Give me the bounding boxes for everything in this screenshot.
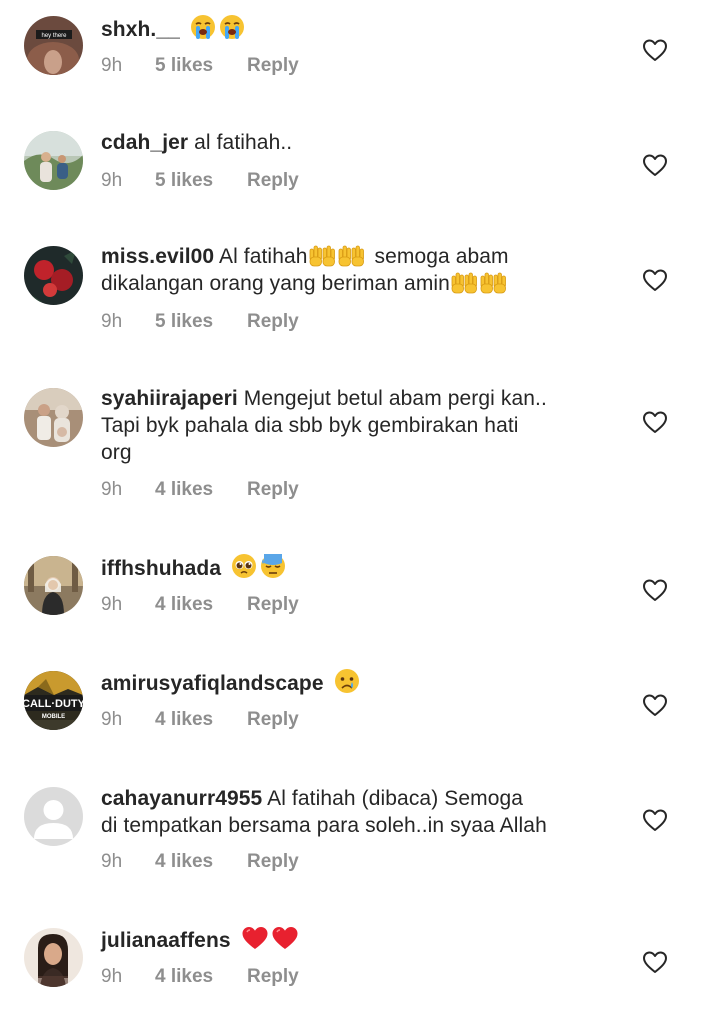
likes-count[interactable]: 4 likes bbox=[155, 479, 247, 501]
avatar-caption: hey there bbox=[41, 33, 67, 39]
comments-list: hey there shxh.__ 9h 5 likes Reply cdah_… bbox=[0, 0, 708, 1024]
heart-outline-icon bbox=[643, 411, 667, 433]
comment-text: amirusyafiqlandscape bbox=[101, 668, 621, 697]
comment-time: 9h bbox=[101, 851, 123, 872]
likes-count[interactable]: 5 likes bbox=[155, 170, 247, 192]
avatar-caption: MOBILE bbox=[42, 714, 65, 720]
avatar[interactable]: CALL·DUTY MOBILE bbox=[24, 671, 83, 730]
username[interactable]: shxh.__ bbox=[101, 18, 180, 41]
heart-outline-icon bbox=[643, 809, 667, 831]
likes-count[interactable]: 5 likes bbox=[155, 311, 247, 333]
comment-body: al fatihah.. bbox=[194, 131, 293, 154]
username[interactable]: cdah_jer bbox=[101, 131, 188, 154]
like-button[interactable] bbox=[642, 268, 668, 292]
avatar[interactable] bbox=[24, 787, 83, 846]
like-button[interactable] bbox=[642, 950, 668, 974]
avatar-caption: CALL·DUTY bbox=[24, 698, 83, 710]
like-button[interactable] bbox=[642, 153, 668, 177]
avatar[interactable] bbox=[24, 556, 83, 615]
comment-text: cdah_jer al fatihah.. bbox=[101, 129, 621, 156]
crying-face-icon bbox=[334, 668, 360, 694]
heart-outline-icon bbox=[643, 269, 667, 291]
raised-hands-icon bbox=[479, 270, 507, 294]
like-button[interactable] bbox=[642, 693, 668, 717]
heart-outline-icon bbox=[643, 579, 667, 601]
avatar[interactable] bbox=[24, 388, 83, 447]
comment-time: 9h bbox=[101, 709, 123, 730]
avatar[interactable] bbox=[24, 246, 83, 305]
comment-text: iffhshuhada bbox=[101, 553, 621, 582]
comment-time: 9h bbox=[101, 170, 123, 191]
likes-count[interactable]: 4 likes bbox=[155, 594, 247, 616]
red-heart-icon bbox=[271, 925, 299, 951]
comment-meta: 9h 5 likes Reply bbox=[101, 170, 299, 192]
comment-text: cahayanurr4955 Al fatihah (dibaca) Semog… bbox=[101, 785, 621, 839]
like-button[interactable] bbox=[642, 38, 668, 62]
comment-text: shxh.__ bbox=[101, 14, 621, 43]
comment-time: 9h bbox=[101, 311, 123, 332]
reply-button[interactable]: Reply bbox=[247, 479, 299, 501]
comment-meta: 9h 4 likes Reply bbox=[101, 479, 299, 501]
reply-button[interactable]: Reply bbox=[247, 170, 299, 192]
likes-count[interactable]: 4 likes bbox=[155, 966, 247, 988]
username[interactable]: iffhshuhada bbox=[101, 557, 221, 580]
comment-body-line1: Al fatihah bbox=[218, 245, 308, 268]
raised-hands-icon bbox=[450, 270, 478, 294]
reply-button[interactable]: Reply bbox=[247, 966, 299, 988]
comment-text: syahiirajaperi Mengejut betul abam pergi… bbox=[101, 385, 621, 466]
comment-meta: 9h 4 likes Reply bbox=[101, 966, 299, 988]
like-button[interactable] bbox=[642, 578, 668, 602]
avatar[interactable] bbox=[24, 131, 83, 190]
comment-time: 9h bbox=[101, 479, 123, 500]
like-button[interactable] bbox=[642, 410, 668, 434]
pleading-face-icon bbox=[231, 553, 257, 579]
comment-text: julianaaffens bbox=[101, 925, 621, 954]
raised-hands-icon bbox=[337, 243, 365, 267]
username[interactable]: cahayanurr4955 bbox=[101, 787, 262, 810]
comment-body-line2: di tempatkan bersama para soleh..in syaa… bbox=[101, 814, 547, 837]
comment-text: miss.evil00 Al fatihah semoga abam dikal… bbox=[101, 243, 621, 297]
username[interactable]: julianaaffens bbox=[101, 929, 231, 952]
comment-body-line2: Tapi byk pahala dia sbb byk gembirakan h… bbox=[101, 414, 519, 437]
heart-outline-icon bbox=[643, 39, 667, 61]
downcast-face-with-sweat-icon bbox=[260, 553, 286, 579]
comment-body-line1: Mengejut betul abam pergi kan.. bbox=[243, 387, 547, 410]
reply-button[interactable]: Reply bbox=[247, 851, 299, 873]
comment-body-line3: org bbox=[101, 441, 132, 464]
comment-meta: 9h 5 likes Reply bbox=[101, 55, 299, 77]
like-button[interactable] bbox=[642, 808, 668, 832]
username[interactable]: amirusyafiqlandscape bbox=[101, 672, 324, 695]
raised-hands-icon bbox=[308, 243, 336, 267]
avatar[interactable] bbox=[24, 928, 83, 987]
username[interactable]: miss.evil00 bbox=[101, 245, 214, 268]
reply-button[interactable]: Reply bbox=[247, 311, 299, 333]
comment-body-line1b: semoga abam bbox=[374, 245, 509, 268]
comment-meta: 9h 4 likes Reply bbox=[101, 594, 299, 616]
username[interactable]: syahiirajaperi bbox=[101, 387, 238, 410]
comment-time: 9h bbox=[101, 966, 123, 987]
comment-meta: 9h 4 likes Reply bbox=[101, 851, 299, 873]
heart-outline-icon bbox=[643, 154, 667, 176]
likes-count[interactable]: 5 likes bbox=[155, 55, 247, 77]
reply-button[interactable]: Reply bbox=[247, 55, 299, 77]
comment-body-line1: Al fatihah (dibaca) Semoga bbox=[267, 787, 524, 810]
heart-outline-icon bbox=[643, 951, 667, 973]
comment-meta: 9h 5 likes Reply bbox=[101, 311, 299, 333]
comment-meta: 9h 4 likes Reply bbox=[101, 709, 299, 731]
comment-time: 9h bbox=[101, 55, 123, 76]
reply-button[interactable]: Reply bbox=[247, 594, 299, 616]
avatar[interactable]: hey there bbox=[24, 16, 83, 75]
likes-count[interactable]: 4 likes bbox=[155, 709, 247, 731]
loudly-crying-face-icon bbox=[219, 14, 245, 40]
likes-count[interactable]: 4 likes bbox=[155, 851, 247, 873]
comment-body-line2: dikalangan orang yang beriman amin bbox=[101, 272, 450, 295]
heart-outline-icon bbox=[643, 694, 667, 716]
comment-time: 9h bbox=[101, 594, 123, 615]
red-heart-icon bbox=[241, 925, 269, 951]
reply-button[interactable]: Reply bbox=[247, 709, 299, 731]
loudly-crying-face-icon bbox=[190, 14, 216, 40]
